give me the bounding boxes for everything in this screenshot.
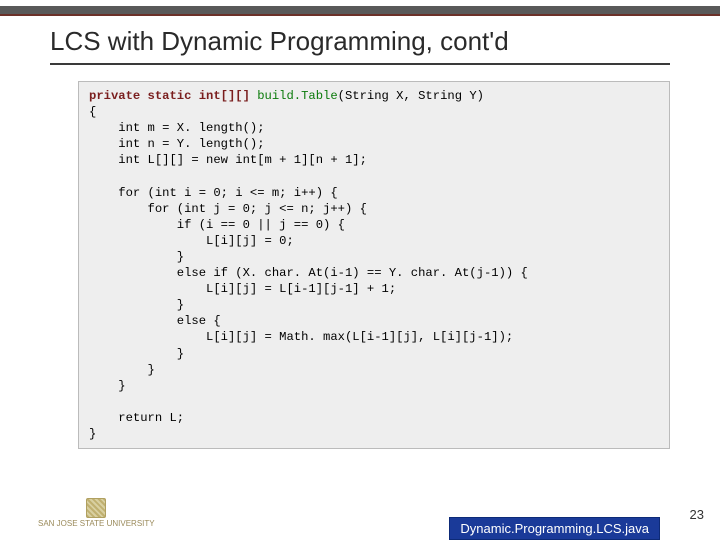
code-line: int n = Y. length(); — [89, 137, 265, 151]
code-sig-params: (String X, String Y) — [338, 89, 484, 103]
code-line: } — [89, 298, 184, 312]
code-line: return L; — [89, 411, 184, 425]
code-block: private static int[][] build.Table(Strin… — [78, 81, 670, 449]
code-line: else if (X. char. At(i-1) == Y. char. At… — [89, 266, 528, 280]
code-line: L[i][j] = 0; — [89, 234, 294, 248]
code-line: if (i == 0 || j == 0) { — [89, 218, 345, 232]
code-line: int L[][] = new int[m + 1][n + 1]; — [89, 153, 367, 167]
page-number: 23 — [690, 507, 704, 522]
code-line: } — [89, 347, 184, 361]
slide-title: LCS with Dynamic Programming, cont'd — [50, 26, 670, 57]
code-line: else { — [89, 314, 221, 328]
code-sig-keywords: private static int[][] — [89, 89, 257, 103]
university-logo: SAN JOSE STATE UNIVERSITY — [38, 498, 155, 528]
code-line: L[i][j] = L[i-1][j-1] + 1; — [89, 282, 396, 296]
logo-seal-icon — [86, 498, 106, 518]
code-fn-name: build.Table — [257, 89, 337, 103]
logo-text: SAN JOSE STATE UNIVERSITY — [38, 519, 155, 528]
code-line: L[i][j] = Math. max(L[i-1][j], L[i][j-1]… — [89, 330, 513, 344]
file-badge: Dynamic.Programming.LCS.java — [449, 517, 660, 540]
code-line: for (int j = 0; j <= n; j++) { — [89, 202, 367, 216]
title-area: LCS with Dynamic Programming, cont'd — [0, 16, 720, 71]
code-line: } — [89, 379, 126, 393]
title-underline — [50, 63, 670, 65]
header-bar — [0, 6, 720, 16]
code-line: { — [89, 105, 96, 119]
code-line: int m = X. length(); — [89, 121, 265, 135]
code-line: } — [89, 250, 184, 264]
code-line: } — [89, 427, 96, 441]
code-line: for (int i = 0; i <= m; i++) { — [89, 186, 338, 200]
code-line: } — [89, 363, 155, 377]
